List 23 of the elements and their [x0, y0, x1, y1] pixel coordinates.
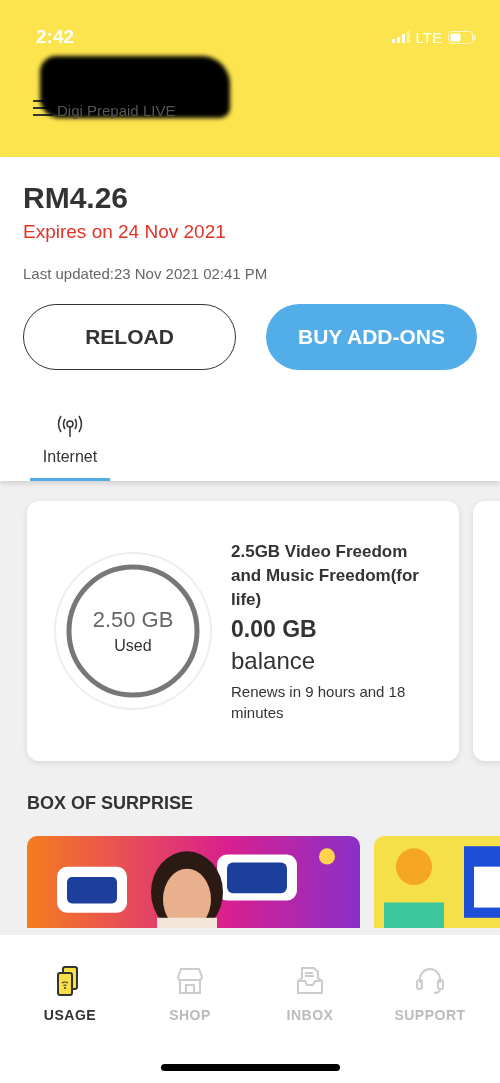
expiry-date: Expires on 24 Nov 2021	[23, 221, 227, 243]
shop-icon	[175, 965, 205, 997]
network-label: LTE	[415, 28, 442, 46]
balance-label: balance	[231, 646, 317, 675]
inbox-icon	[295, 965, 325, 997]
last-updated: Last updated:23 Nov 2021 02:41 PM	[23, 265, 269, 282]
used-amount: 2.50 GB	[92, 607, 174, 633]
reload-button[interactable]: RELOAD	[23, 304, 236, 370]
remaining-amount: 0.00 GB	[231, 615, 318, 643]
section-title: BOX OF SURPRISE	[27, 793, 195, 814]
signal-icon	[391, 31, 410, 43]
headset-icon	[415, 965, 445, 997]
internet-tab[interactable]: Internet	[30, 414, 110, 481]
used-label: Used	[114, 637, 152, 655]
renewal-text: Renews in 9 hours and 18 minutes	[231, 681, 407, 723]
usage-card[interactable]: 2.50 GB Used 2.5GB Video Freedom and Music Freedom(for life) 0.00 GB balance Renews in 9 hours and 18 minutes	[27, 501, 459, 761]
battery-icon	[448, 30, 476, 44]
plan-name: 2.5GB Video Freedom and Music Freedom(for life)	[231, 540, 420, 611]
status-time: 2:42	[36, 26, 75, 48]
antenna-icon	[56, 414, 84, 438]
plan-subtitle: Digi Prepaid LIVE	[57, 102, 176, 119]
balance-amount: RM4.26	[23, 181, 130, 215]
nav-tab[interactable]: USAGE	[20, 965, 120, 1023]
